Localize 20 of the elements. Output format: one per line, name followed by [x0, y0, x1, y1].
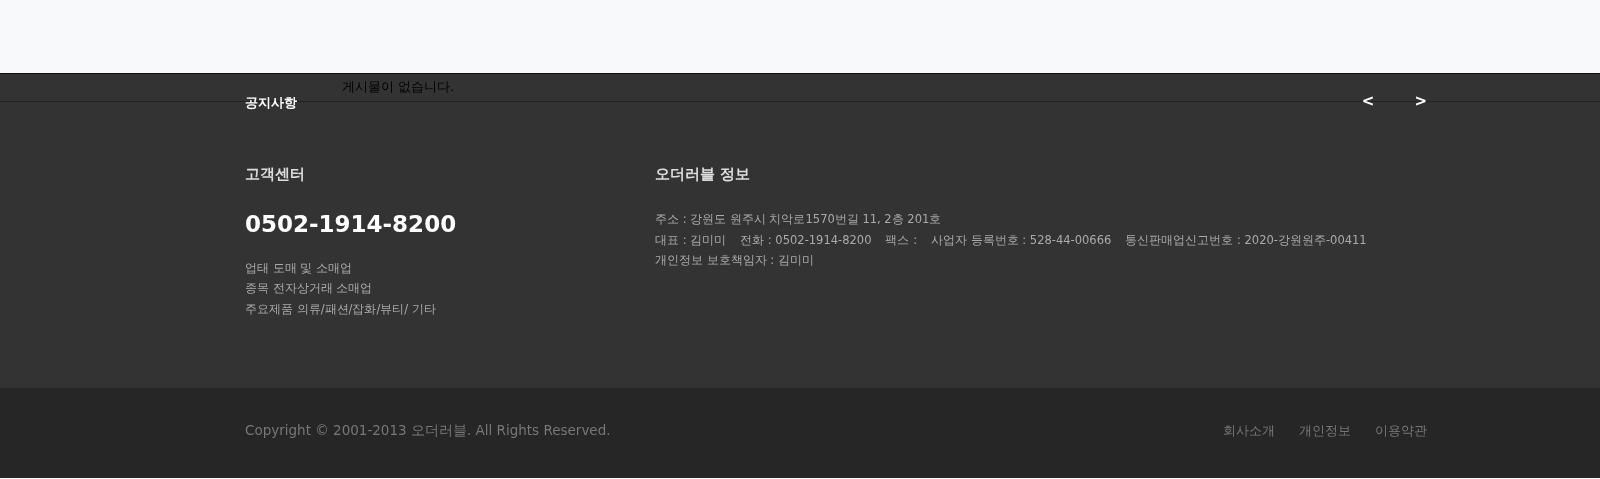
- info-text: 주소 : 강원도 원주시 치악로1570번길 11, 2층 201호: [655, 211, 942, 228]
- next-button[interactable]: >: [1406, 73, 1435, 113]
- footer-link[interactable]: 회사소개: [1223, 420, 1275, 441]
- info-text: 주요제품 의류/패션/잡화/뷰티/ 기타: [245, 300, 437, 318]
- info-text: 사업자 등록번호 : 528-44-00666: [931, 231, 1112, 249]
- info-text: 대표 : 김미미: [655, 231, 727, 249]
- previous-button[interactable]: <: [1353, 73, 1383, 113]
- section-title: 공지사항: [245, 94, 298, 112]
- info-text: 팩스 :: [885, 231, 917, 249]
- info-text: 개인정보 보호책임자 : 김미미: [655, 252, 814, 269]
- section-heading: 고객센터: [245, 163, 306, 185]
- info-text: 전화 : 0502-1914-8200: [740, 231, 872, 249]
- phone-number: 0502-1914-8200: [245, 210, 458, 239]
- footer-link[interactable]: 개인정보: [1299, 420, 1351, 441]
- footer-link[interactable]: 이용약관: [1375, 420, 1427, 441]
- copyright-text: Copyright © 2001-2013 오더러블. All Rights Reserved.: [245, 421, 611, 441]
- section-heading: 오더러블 정보: [655, 163, 752, 185]
- info-text: 업태 도매 및 소매업: [245, 259, 353, 277]
- info-text: 종목 전자상거래 소매업: [245, 280, 374, 297]
- info-text: 통신판매업신고번호 : 2020-강원원주-00411: [1125, 231, 1367, 249]
